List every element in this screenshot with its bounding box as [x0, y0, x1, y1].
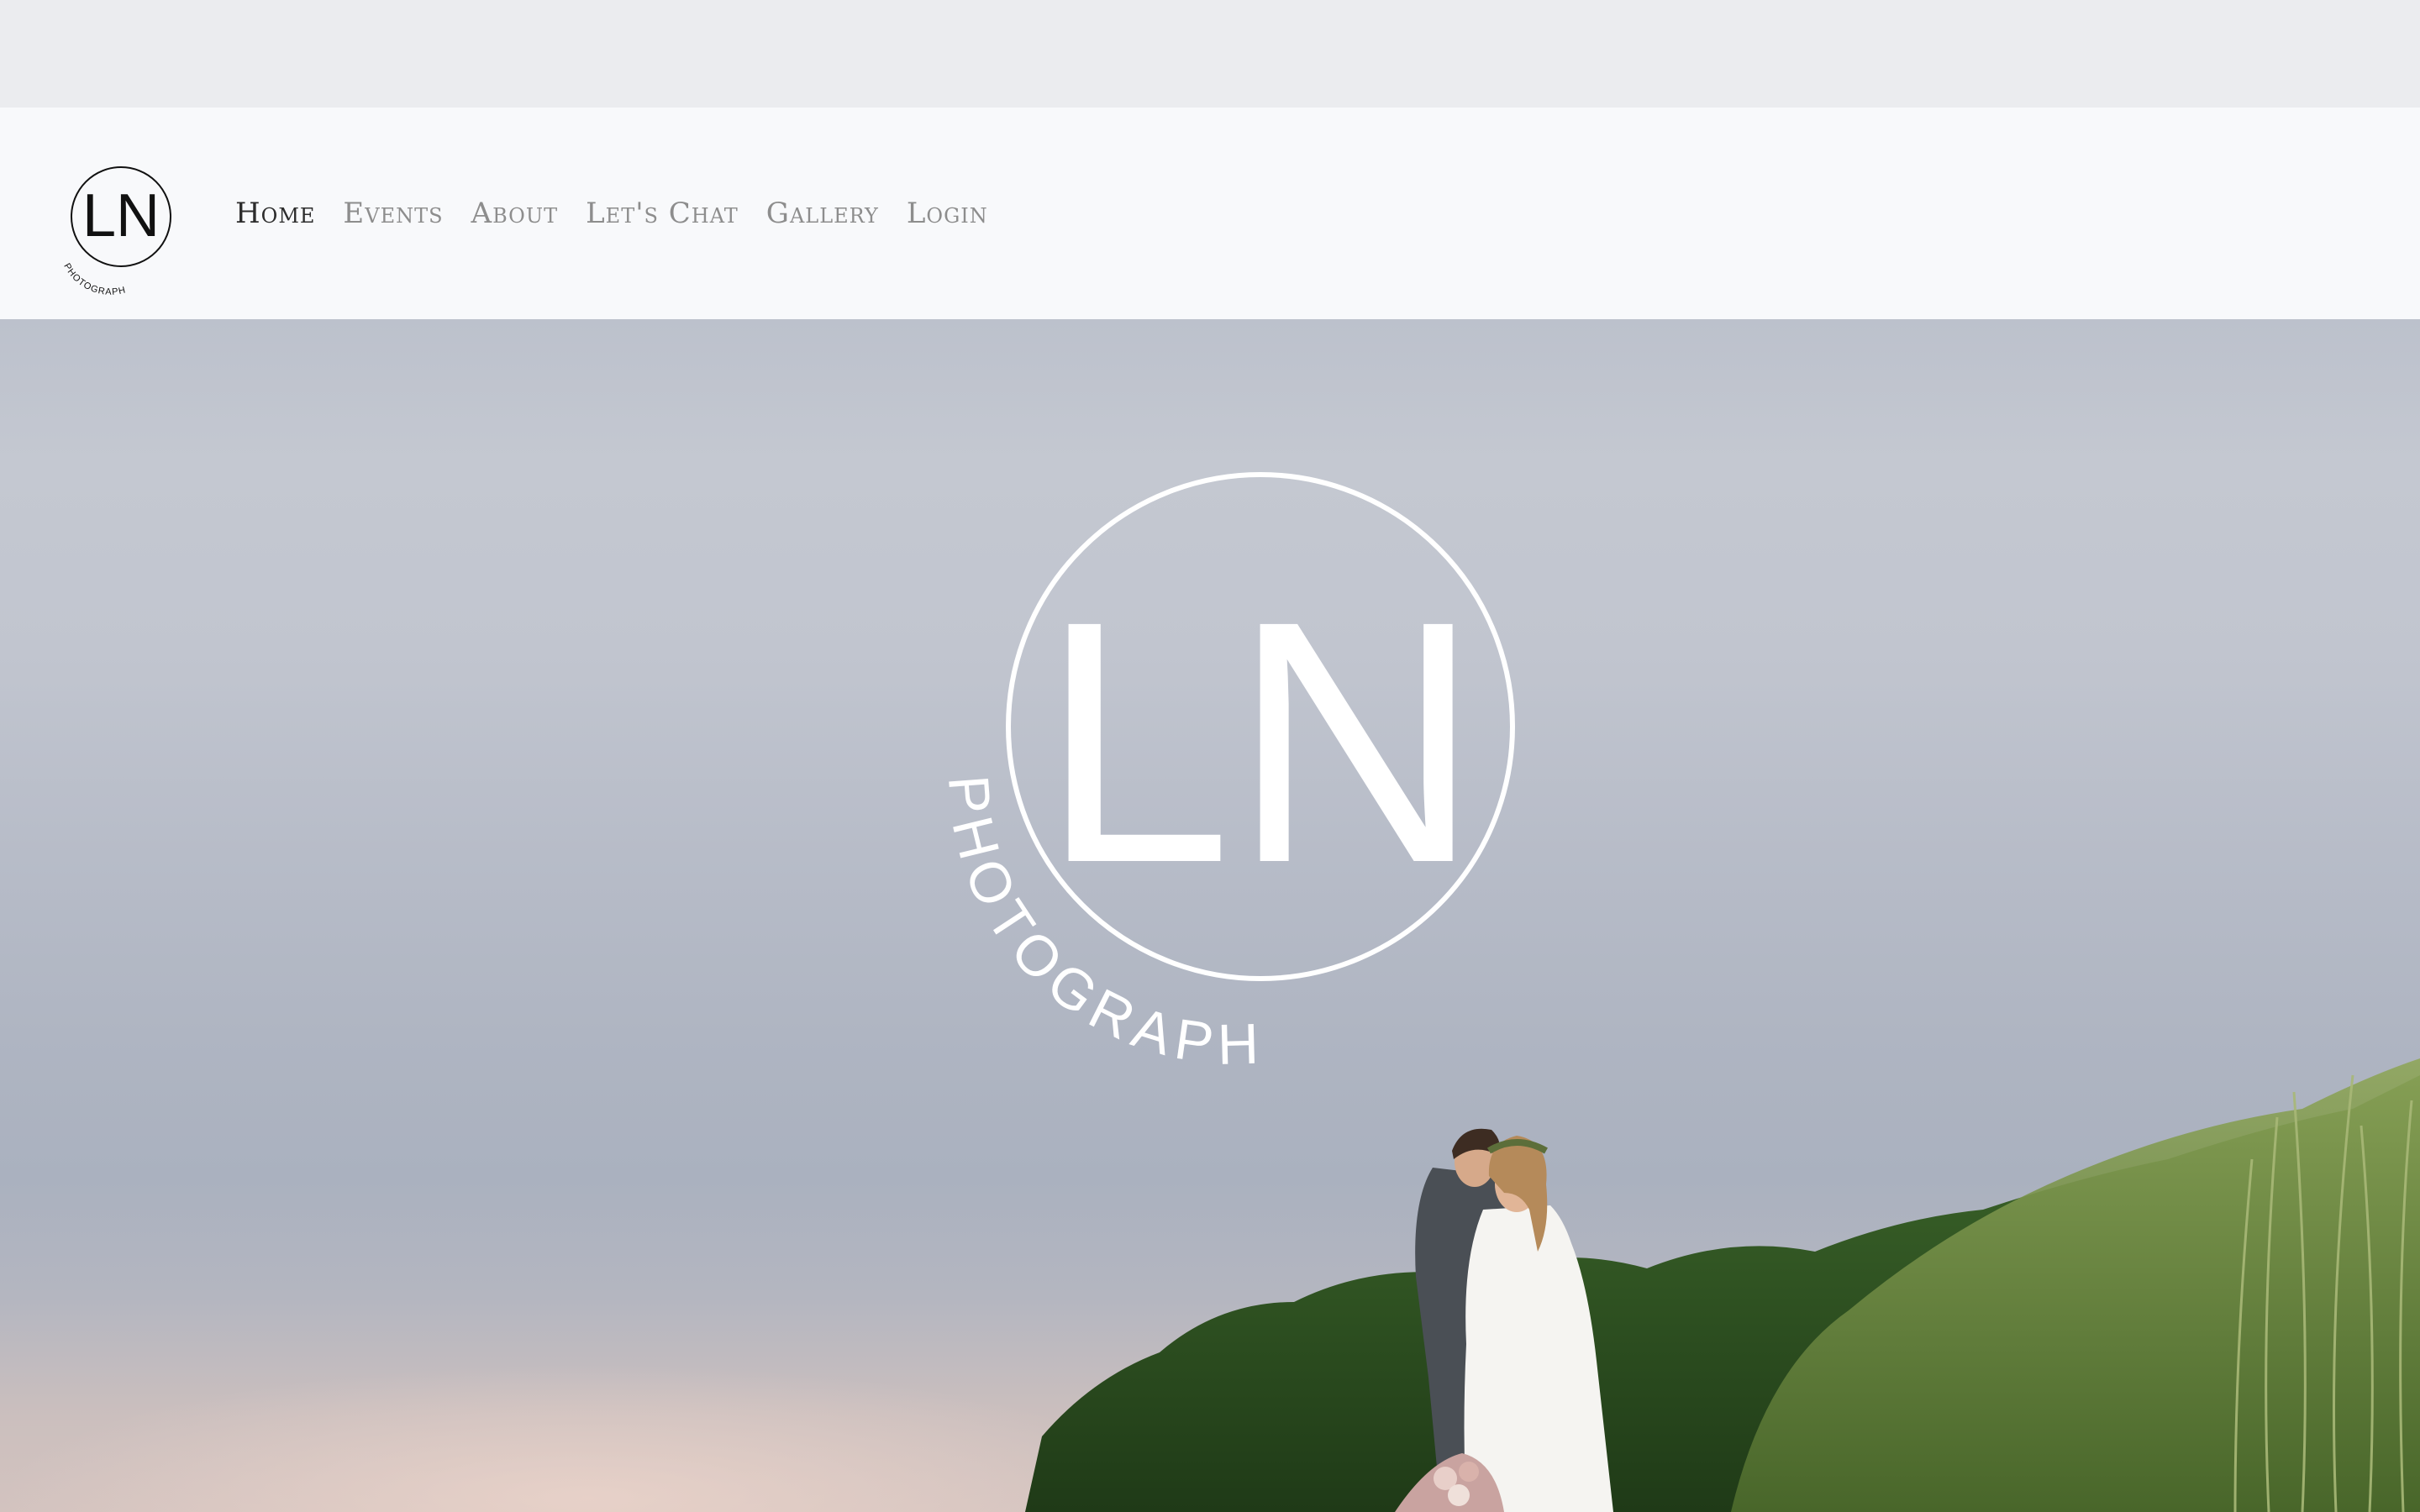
nav-lets-chat[interactable]: Let's Chat [586, 197, 739, 230]
site-logo[interactable]: LN PHOTOGRAPHY [47, 149, 185, 297]
hero-logo: LN PHOTOGRAPHY [885, 423, 1515, 1077]
main-nav: Home Events About Let's Chat Gallery Log… [235, 108, 988, 319]
nav-events[interactable]: Events [343, 197, 443, 230]
svg-text:LN: LN [82, 182, 160, 249]
site-header: LN PHOTOGRAPHY Home Events About Let's C… [0, 108, 2420, 319]
nav-login[interactable]: Login [907, 197, 988, 230]
nav-gallery[interactable]: Gallery [766, 197, 879, 230]
nav-about[interactable]: About [471, 197, 559, 230]
hero-banner: LN PHOTOGRAPHY [0, 319, 2420, 1512]
svg-text:LN: LN [1040, 549, 1481, 934]
nav-home[interactable]: Home [235, 197, 315, 230]
top-strip [0, 0, 2420, 108]
